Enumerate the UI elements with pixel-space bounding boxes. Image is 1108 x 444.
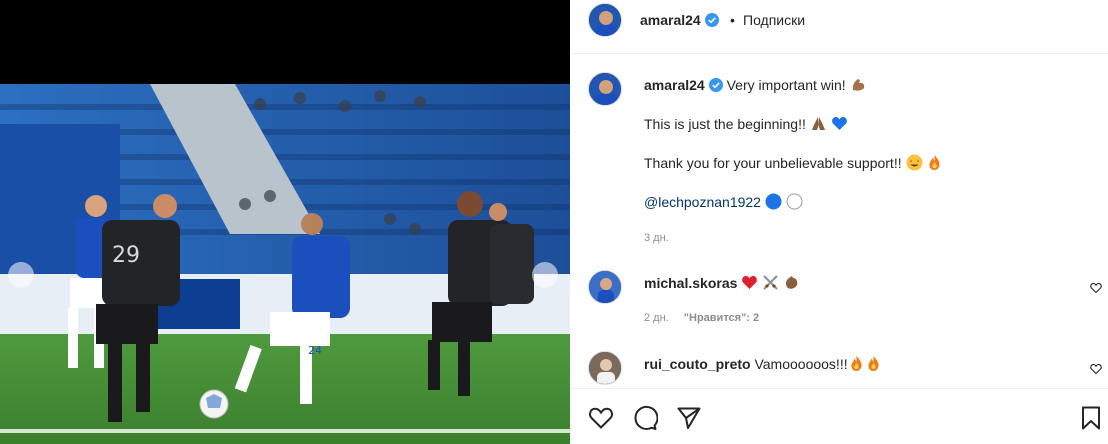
commenter-avatar[interactable]	[588, 351, 622, 385]
caption-timestamp[interactable]: 3 дн.	[644, 229, 669, 247]
commenter-username[interactable]: michal.skoras	[644, 275, 737, 291]
post-media[interactable]: 29 24	[0, 0, 570, 444]
comment-like-heart-icon[interactable]	[1090, 282, 1102, 294]
svg-text:24: 24	[308, 344, 322, 357]
save-button[interactable]	[1078, 405, 1104, 431]
svg-text:29: 29	[112, 243, 140, 268]
fire-emoji-icon	[926, 154, 943, 171]
carousel-next-button[interactable]	[532, 262, 558, 288]
following-button[interactable]: Подписки	[743, 12, 805, 28]
blue-circle-emoji-icon	[765, 193, 782, 210]
author-avatar[interactable]	[588, 3, 622, 37]
star-struck-emoji-icon	[906, 154, 923, 171]
post-actions-bar	[570, 388, 1108, 444]
caption-username[interactable]: amaral24	[644, 77, 705, 93]
mention-link[interactable]: @lechpoznan1922	[644, 194, 761, 210]
post-photo: 29 24	[0, 84, 570, 444]
comment-likes-count[interactable]: "Нравится": 2	[684, 312, 759, 324]
comment-timestamp[interactable]: 2 дн.	[644, 312, 669, 324]
carousel-prev-button[interactable]	[8, 262, 34, 288]
share-button[interactable]	[676, 405, 702, 431]
blue-heart-emoji-icon	[831, 115, 848, 132]
verified-badge-icon	[708, 78, 723, 92]
caption-line-1: Very important win!	[726, 77, 846, 93]
folded-hands-emoji-icon	[810, 115, 827, 132]
comment-text: Vamoooooos!!!	[754, 356, 848, 372]
caption-author-avatar[interactable]	[588, 72, 622, 106]
post-side-panel: amaral24 • Подписки amaral24 Very import…	[570, 0, 1108, 444]
comment-button[interactable]	[632, 405, 658, 431]
verified-badge-icon	[704, 13, 719, 27]
author-username[interactable]: amaral24	[640, 12, 719, 28]
red-heart-emoji-icon	[741, 274, 758, 291]
separator-dot: •	[730, 12, 735, 28]
paper-plane-icon	[677, 407, 701, 429]
white-circle-emoji-icon	[786, 193, 803, 210]
fire-emoji-icon	[848, 355, 865, 372]
fire-emoji-icon	[865, 355, 882, 372]
speech-bubble-icon	[634, 406, 658, 430]
commenter-username[interactable]: rui_couto_preto	[644, 356, 751, 372]
post-header: amaral24 • Подписки	[570, 0, 1108, 54]
comment-like-heart-icon[interactable]	[1090, 363, 1102, 375]
heart-outline-icon	[589, 407, 613, 429]
caption-line-3: Thank you for your unbelievable support!…	[644, 155, 902, 171]
clapping-hands-emoji-icon	[783, 274, 800, 291]
post-caption: amaral24 Very important win! This is jus…	[644, 76, 1064, 244]
flexed-biceps-emoji-icon	[850, 76, 867, 93]
commenter-avatar[interactable]	[588, 270, 622, 304]
crossed-swords-emoji-icon	[762, 274, 779, 291]
bookmark-icon	[1082, 406, 1100, 430]
caption-line-2: This is just the beginning!!	[644, 116, 806, 132]
like-button[interactable]	[588, 405, 614, 431]
